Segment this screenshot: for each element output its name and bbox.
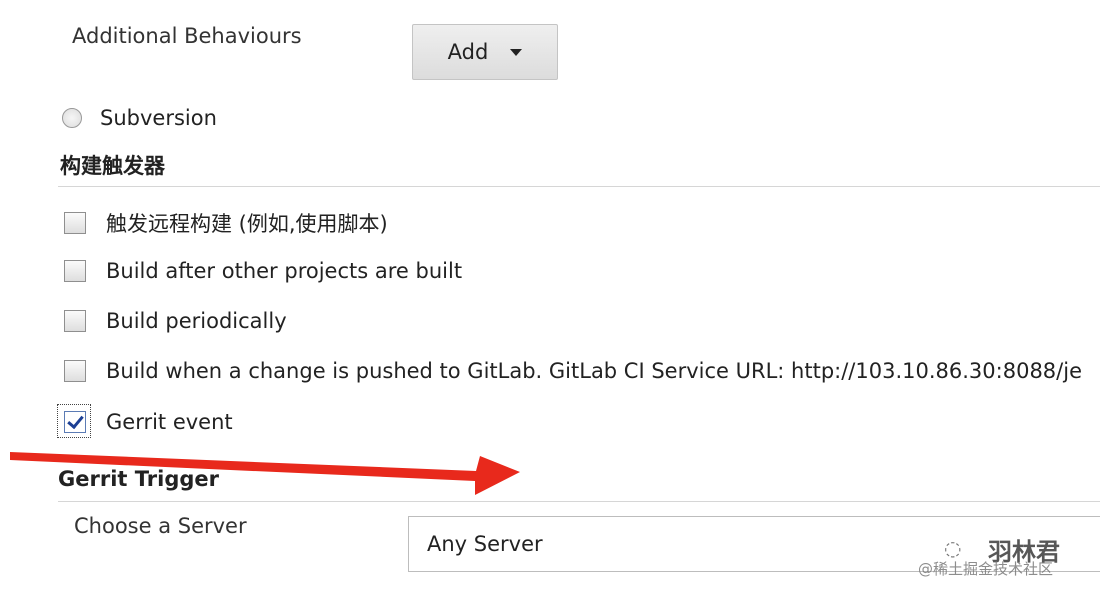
red-arrow-annotation [10, 452, 520, 495]
watermark-icon: ◌ [944, 536, 962, 560]
jenkins-config-page: Additional Behaviours Add Subversion 构建触… [0, 0, 1100, 596]
watermark-sub: @稀土掘金技术社区 [918, 560, 1054, 578]
arrow-shape [10, 452, 520, 495]
